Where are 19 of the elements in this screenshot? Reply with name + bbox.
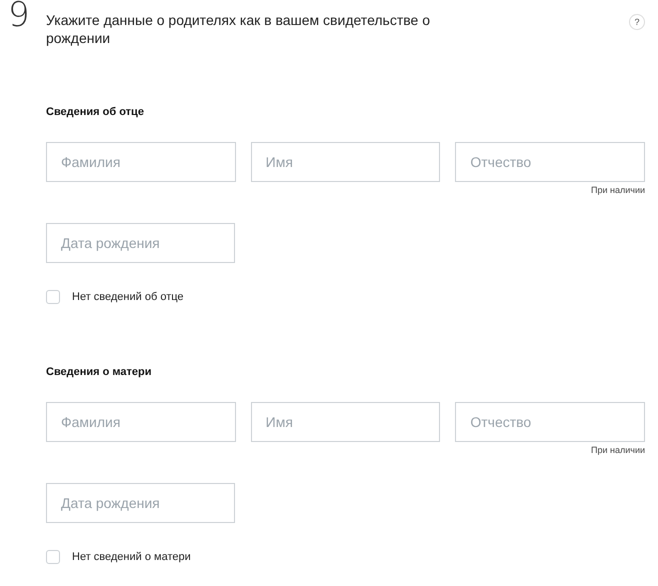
section-heading: Сведения об отце [46, 105, 145, 120]
input-field[interactable]: Имя [250, 142, 440, 182]
question-title: Укажите данные о родителях как в вашем свидетельстве о рождении [46, 11, 432, 47]
checkbox-label: Нет сведений об отце [72, 291, 184, 303]
input-field[interactable]: Фамилия [46, 402, 236, 442]
input-field[interactable]: Имя [250, 402, 440, 442]
date-field[interactable]: Дата рождения [46, 223, 235, 263]
checkbox[interactable] [46, 550, 60, 564]
step-number: 9 [8, 0, 31, 32]
date-field[interactable]: Дата рождения [46, 483, 235, 523]
input-field[interactable]: Отчество [455, 142, 646, 182]
checkbox-label: Нет сведений о матери [72, 551, 191, 563]
input-field[interactable]: Отчество [455, 402, 646, 442]
section-heading: Сведения о матери [46, 365, 153, 380]
field-hint: При наличии [591, 444, 646, 456]
field-hint: При наличии [591, 184, 646, 196]
help-button[interactable]: ? [629, 14, 645, 30]
input-field[interactable]: Фамилия [46, 142, 236, 182]
checkbox[interactable] [46, 290, 60, 304]
